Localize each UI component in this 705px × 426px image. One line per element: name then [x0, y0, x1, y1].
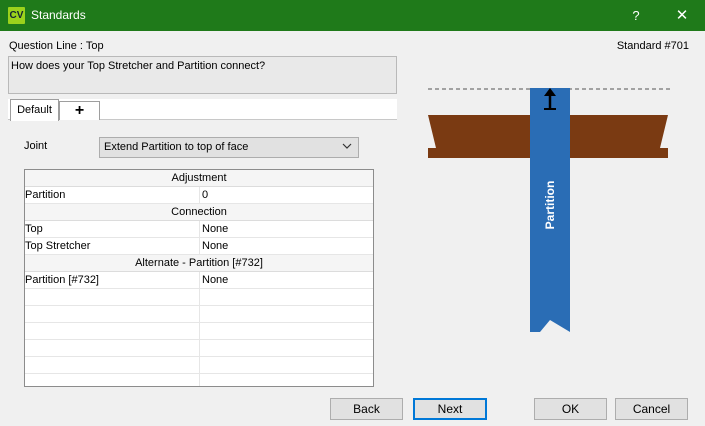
- property-name: Partition: [25, 189, 66, 201]
- empty-row: [25, 357, 373, 374]
- joint-selected-value: Extend Partition to top of face: [104, 141, 249, 153]
- empty-row: [25, 340, 373, 357]
- app-logo-icon: CV: [8, 7, 25, 24]
- grid-row: Partition [#732] None: [25, 272, 373, 289]
- tab-default[interactable]: Default: [10, 99, 59, 121]
- standard-number: Standard #701: [616, 40, 689, 52]
- tab-strip: Default +: [8, 99, 397, 121]
- property-name: Top: [25, 223, 43, 235]
- empty-row: [25, 374, 373, 386]
- section-header: Adjustment: [25, 170, 373, 187]
- empty-row: [25, 323, 373, 340]
- property-value[interactable]: 0: [199, 187, 373, 203]
- empty-row: [25, 306, 373, 323]
- help-button[interactable]: ?: [622, 0, 650, 31]
- property-value[interactable]: None: [199, 238, 373, 254]
- back-button[interactable]: Back: [330, 398, 403, 420]
- grid-row: Partition 0: [25, 187, 373, 204]
- question-text-box: How does your Top Stretcher and Partitio…: [8, 56, 397, 94]
- title-bar: CV Standards ? ✕: [0, 0, 705, 31]
- empty-row: [25, 289, 373, 306]
- property-name: Partition [#732]: [25, 274, 99, 286]
- grid-row: Top None: [25, 221, 373, 238]
- section-header: Connection: [25, 204, 373, 221]
- window-title: Standards: [31, 8, 86, 22]
- chevron-down-icon: [342, 141, 352, 153]
- cancel-button[interactable]: Cancel: [615, 398, 688, 420]
- ok-button[interactable]: OK: [534, 398, 607, 420]
- next-button[interactable]: Next: [413, 398, 487, 420]
- property-name: Top Stretcher: [25, 240, 91, 252]
- joint-dropdown[interactable]: Extend Partition to top of face: [99, 137, 359, 158]
- property-value[interactable]: None: [199, 272, 373, 288]
- add-tab-button[interactable]: +: [59, 101, 100, 120]
- question-text: How does your Top Stretcher and Partitio…: [11, 60, 266, 72]
- close-button[interactable]: ✕: [667, 0, 697, 31]
- partition-label: Partition: [543, 181, 557, 230]
- joint-diagram: Partition: [420, 80, 680, 340]
- property-value[interactable]: None: [199, 221, 373, 237]
- property-grid: Adjustment Partition 0 Connection Top No…: [24, 169, 374, 387]
- section-header: Alternate - Partition [#732]: [25, 255, 373, 272]
- question-line-label: Question Line : Top: [9, 40, 104, 52]
- joint-label: Joint: [24, 140, 48, 152]
- grid-row: Top Stretcher None: [25, 238, 373, 255]
